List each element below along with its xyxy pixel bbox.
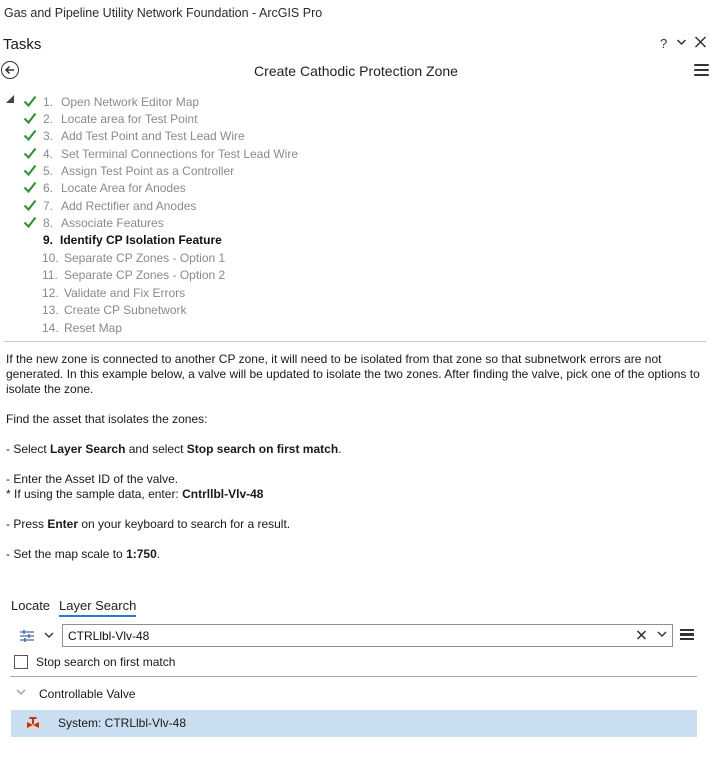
chevron-down-icon [676, 39, 687, 46]
search-settings-button[interactable] [18, 628, 36, 644]
instruction-step-1: - Select Layer Search and select Stop se… [6, 442, 342, 456]
instruction-step-2: - Enter the Asset ID of the valve. [6, 472, 179, 486]
instruction-intro: If the new zone is connected to another … [6, 352, 700, 396]
checkmark-icon [23, 181, 37, 194]
steps-divider [4, 341, 706, 342]
task-step-number: 2. [43, 112, 54, 126]
task-step-number: 11. [42, 268, 58, 282]
task-step-label: Identify CP Isolation Feature [60, 233, 222, 247]
task-step-label: Open Network Editor Map [61, 95, 200, 109]
stop-search-checkbox[interactable] [14, 655, 28, 669]
task-step-number: 7. [43, 199, 54, 213]
instruction-find: Find the asset that isolates the zones: [6, 412, 208, 426]
task-step-label: Separate CP Zones - Option 2 [64, 268, 226, 282]
tab-layer-search[interactable]: Layer Search [59, 598, 137, 617]
layer-search-box [62, 624, 673, 647]
checkmark-icon [23, 164, 37, 177]
tasks-pane-header: Tasks ? [0, 34, 717, 56]
task-title: Create Cathodic Protection Zone [254, 63, 458, 79]
task-step-label: Add Test Point and Test Lead Wire [61, 129, 245, 143]
task-step-number: 1. [43, 95, 54, 109]
instruction-sample-hint: * If using the sample data, enter: Cntrl… [6, 487, 264, 501]
task-step-label: Create CP Subnetwork [64, 303, 187, 317]
task-title-bar: Create Cathodic Protection Zone [0, 60, 717, 84]
menu-icon [680, 629, 694, 632]
task-step-number: 4. [43, 147, 54, 161]
chevron-down-icon [16, 687, 26, 700]
search-settings-dropdown[interactable] [44, 630, 54, 643]
help-button[interactable]: ? [660, 36, 667, 51]
chevron-down-icon [657, 631, 667, 637]
task-step-label: Validate and Fix Errors [64, 286, 186, 300]
task-step-number: 6. [43, 181, 54, 195]
task-step-label: Locate area for Test Point [61, 112, 198, 126]
checkmark-icon [23, 95, 37, 108]
pane-options-button[interactable] [676, 34, 687, 53]
sliders-icon [20, 630, 34, 642]
pane-title: Tasks [3, 36, 42, 53]
task-step-number: 13. [42, 303, 59, 317]
task-step-number: 5. [43, 164, 54, 178]
tab-locate[interactable]: Locate [11, 598, 50, 613]
checkmark-icon [23, 112, 37, 125]
results-divider [10, 676, 697, 677]
result-item[interactable]: System: CTRLlbl-Vlv-48 [11, 710, 697, 737]
collapse-steps-toggle[interactable] [6, 95, 14, 103]
search-options-menu-button[interactable] [680, 629, 694, 642]
checkmark-icon [23, 216, 37, 229]
close-icon [636, 630, 647, 640]
task-step-number: 10. [42, 251, 59, 265]
task-step-label: Associate Features [61, 216, 164, 230]
task-step-number: 8. [43, 216, 54, 230]
instruction-step-4: - Set the map scale to 1:750. [6, 547, 161, 561]
task-step-label: Set Terminal Connections for Test Lead W… [61, 147, 299, 161]
search-history-dropdown[interactable] [657, 629, 667, 642]
task-step-number: 3. [43, 129, 54, 143]
task-step-label: Add Rectifier and Anodes [61, 199, 197, 213]
window-title: Gas and Pipeline Utility Network Foundat… [4, 6, 323, 20]
clear-search-button[interactable] [636, 627, 647, 646]
task-step-label: Separate CP Zones - Option 1 [64, 251, 226, 265]
task-step-number: 9. [43, 233, 54, 247]
task-step-number: 12. [42, 286, 59, 300]
result-item-label: System: CTRLlbl-Vlv-48 [58, 716, 187, 730]
checkmark-icon [23, 147, 37, 160]
checkmark-icon [23, 199, 37, 212]
stop-search-label[interactable]: Stop search on first match [36, 655, 175, 669]
chevron-down-icon [44, 632, 54, 638]
close-pane-button[interactable] [694, 34, 707, 53]
valve-icon [25, 717, 41, 730]
task-step-label: Locate Area for Anodes [61, 181, 186, 195]
instruction-step-3: - Press Enter on your keyboard to search… [6, 517, 291, 531]
task-menu-button[interactable] [694, 64, 709, 78]
menu-icon [694, 64, 709, 67]
task-step-number: 14. [42, 321, 59, 335]
task-step-label: Reset Map [64, 321, 123, 335]
checkmark-icon [23, 129, 37, 142]
layer-search-input[interactable] [68, 627, 628, 644]
task-step-label: Assign Test Point as a Controller [61, 164, 235, 178]
close-icon [694, 36, 707, 48]
result-group-label: Controllable Valve [39, 687, 136, 701]
